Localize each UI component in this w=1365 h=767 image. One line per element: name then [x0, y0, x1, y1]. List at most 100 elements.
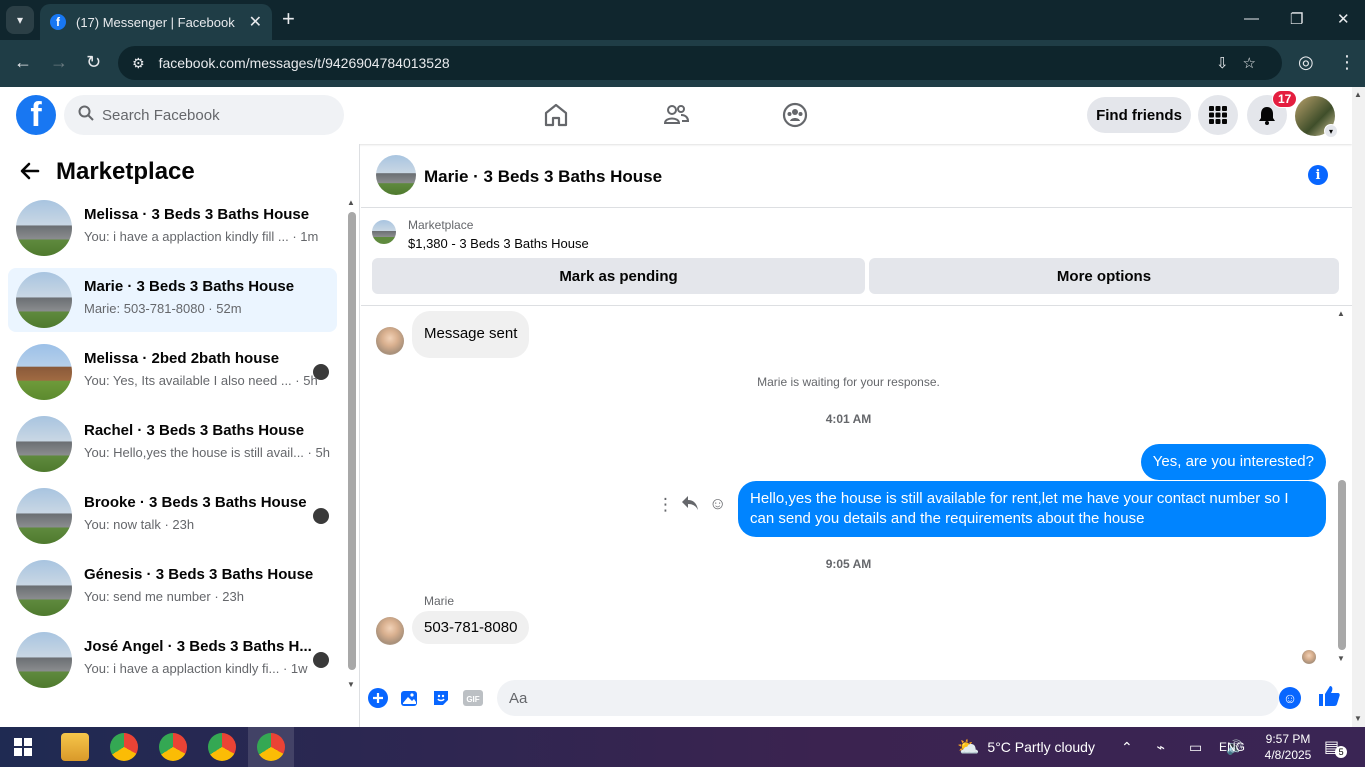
scroll-down-arrow-icon[interactable]: ▼	[347, 680, 355, 689]
seen-avatar	[313, 364, 329, 380]
notification-badge: 17	[1272, 90, 1298, 108]
time: 9:57 PM	[1265, 732, 1311, 746]
chat-title[interactable]: Marie · 3 Beds 3 Baths House	[424, 167, 662, 187]
left-scrollbar[interactable]	[348, 212, 356, 670]
timestamp: 4:01 AM	[825, 412, 872, 426]
url-bar[interactable]: ⚙ facebook.com/messages/t/94269047840135…	[118, 46, 1282, 80]
conversation-item[interactable]: José Angel · 3 Beds 3 Baths H... You: i h…	[8, 628, 337, 692]
language-indicator[interactable]: ENG	[1219, 727, 1245, 767]
marketplace-label: Marketplace	[408, 218, 474, 232]
timestamp: 9:05 AM	[825, 557, 872, 571]
page-scroll-up-icon[interactable]: ▲	[1354, 90, 1362, 99]
groups-icon[interactable]	[781, 101, 809, 129]
thumbs-up-icon[interactable]	[1317, 684, 1341, 715]
forward-icon[interactable]: →	[50, 52, 68, 73]
facebook-logo-icon[interactable]: f	[16, 95, 56, 135]
conversation-item[interactable]: Melissa · 3 Beds 3 Baths House You: i hav…	[8, 196, 337, 260]
clock[interactable]: 9:57 PM 4/8/2025	[1258, 731, 1318, 763]
conversation-name: Melissa · 2bed 2bath house	[84, 350, 280, 367]
listing-avatar	[16, 560, 72, 616]
account-avatar[interactable]: ▾	[1295, 96, 1338, 138]
home-icon[interactable]	[542, 101, 570, 129]
listing-avatar	[16, 272, 72, 328]
add-icon[interactable]	[367, 687, 389, 709]
incoming-message: 503-781-8080	[412, 611, 530, 644]
conversation-item[interactable]: Brooke · 3 Beds 3 Baths House You: now ta…	[8, 484, 337, 548]
listing-avatar	[16, 632, 72, 688]
emoji-icon[interactable]: ☺	[1279, 687, 1301, 709]
listing-avatar	[16, 200, 72, 256]
chrome-icon[interactable]	[208, 733, 236, 761]
chat-avatar[interactable]	[376, 155, 416, 195]
chat-scroll-up-icon[interactable]: ▲	[1337, 309, 1345, 318]
conversation-preview: You: send me number · 23h	[84, 589, 244, 604]
conversation-item[interactable]: Melissa · 2bed 2bath house You: Yes, Its …	[8, 340, 337, 404]
more-actions-icon[interactable]: ⋮	[657, 495, 674, 515]
start-windows-icon[interactable]	[14, 738, 32, 756]
restore-icon[interactable]: ❐	[1290, 10, 1303, 28]
chat-scrollbar[interactable]	[1338, 480, 1346, 650]
back-icon[interactable]: ←	[14, 52, 32, 73]
message-bubble: Message sent	[412, 311, 530, 358]
notification-center-icon[interactable]: ▤ 5	[1324, 727, 1348, 767]
listing-price[interactable]: $1,380 - 3 Beds 3 Baths House	[408, 236, 589, 251]
message-input[interactable]: Aa	[497, 680, 1279, 716]
weather-text: 5°C Partly cloudy	[987, 739, 1095, 755]
message-composer: GIF Aa ☺	[361, 668, 1352, 728]
weather-widget[interactable]: ⛅ 5°C Partly cloudy	[957, 727, 1095, 767]
listing-thumbnail[interactable]	[372, 220, 396, 244]
reload-icon[interactable]: ↻	[86, 52, 101, 73]
page-scroll-down-icon[interactable]: ▼	[1354, 714, 1362, 723]
search-input[interactable]: Search Facebook	[64, 95, 344, 135]
chrome-icon[interactable]	[110, 733, 138, 761]
windows-taskbar: ⛅ 5°C Partly cloudy ⌃ ⌁ ▭ 🔊 ENG 9:57 PM …	[0, 727, 1365, 767]
photo-icon[interactable]	[399, 687, 421, 709]
notification-count: 5	[1335, 746, 1348, 758]
close-window-icon[interactable]: ✕	[1337, 10, 1350, 28]
listing-avatar	[16, 488, 72, 544]
friends-icon[interactable]	[662, 101, 690, 129]
more-options-button[interactable]: More options	[869, 258, 1339, 294]
conversation-name: Marie · 3 Beds 3 Baths House	[84, 278, 295, 295]
sender-avatar[interactable]	[376, 327, 404, 355]
minimize-icon[interactable]: —	[1244, 10, 1259, 27]
file-explorer-icon[interactable]	[61, 733, 89, 761]
sticker-icon[interactable]	[430, 687, 452, 709]
close-tab-icon[interactable]: ✕	[249, 12, 262, 32]
browser-menu-icon[interactable]: ⋮	[1338, 52, 1356, 73]
gif-icon[interactable]: GIF	[462, 687, 484, 709]
reply-icon[interactable]	[681, 495, 699, 516]
tab-search-chevron-icon[interactable]: ▾	[6, 6, 34, 34]
outgoing-message: Yes, are you interested?	[1140, 444, 1326, 480]
install-star-icons[interactable]: ⇩☆	[1216, 54, 1270, 72]
conversation-preview: You: Hello,yes the house is still avail.…	[84, 445, 330, 460]
search-icon	[78, 105, 94, 126]
conversation-item[interactable]: Rachel · 3 Beds 3 Baths House You: Hello,…	[8, 412, 337, 476]
conversation-item[interactable]: Génesis · 3 Beds 3 Baths House You: send …	[8, 556, 337, 620]
tab-title: (17) Messenger | Facebook	[76, 14, 235, 30]
search-placeholder: Search Facebook	[102, 106, 220, 124]
facebook-header: f Search Facebook Find friends	[0, 87, 1352, 144]
conversation-preview: Marie: 503-781-8080 · 52m	[84, 301, 242, 316]
mark-as-pending-button[interactable]: Mark as pending	[372, 258, 865, 294]
site-settings-icon[interactable]: ⚙	[132, 55, 145, 72]
conversation-item[interactable]: Marie · 3 Beds 3 Baths House Marie: 503-7…	[8, 268, 337, 332]
new-tab-icon[interactable]: +	[282, 8, 295, 30]
chrome-icon[interactable]	[257, 733, 285, 761]
chat-scroll-down-icon[interactable]: ▼	[1337, 654, 1345, 663]
conversation-preview: You: i have a applaction kindly fi... · …	[84, 661, 308, 676]
profile-icon[interactable]: ◎	[1298, 52, 1314, 73]
find-friends-button[interactable]: Find friends	[1087, 97, 1191, 133]
scroll-up-arrow-icon[interactable]: ▲	[347, 198, 355, 207]
conversation-name: Génesis · 3 Beds 3 Baths House	[84, 566, 314, 583]
info-icon[interactable]: i	[1308, 165, 1328, 185]
chrome-icon[interactable]	[159, 733, 187, 761]
date: 4/8/2025	[1264, 748, 1312, 762]
react-emoji-icon[interactable]: ☺	[709, 494, 726, 514]
menu-grid-icon[interactable]	[1198, 95, 1238, 135]
browser-tab[interactable]: f (17) Messenger | Facebook ✕	[40, 4, 272, 40]
listing-avatar	[16, 416, 72, 472]
page-scrollbar[interactable]	[1352, 87, 1365, 727]
back-arrow-icon[interactable]	[20, 161, 40, 187]
sender-avatar[interactable]	[376, 617, 404, 645]
